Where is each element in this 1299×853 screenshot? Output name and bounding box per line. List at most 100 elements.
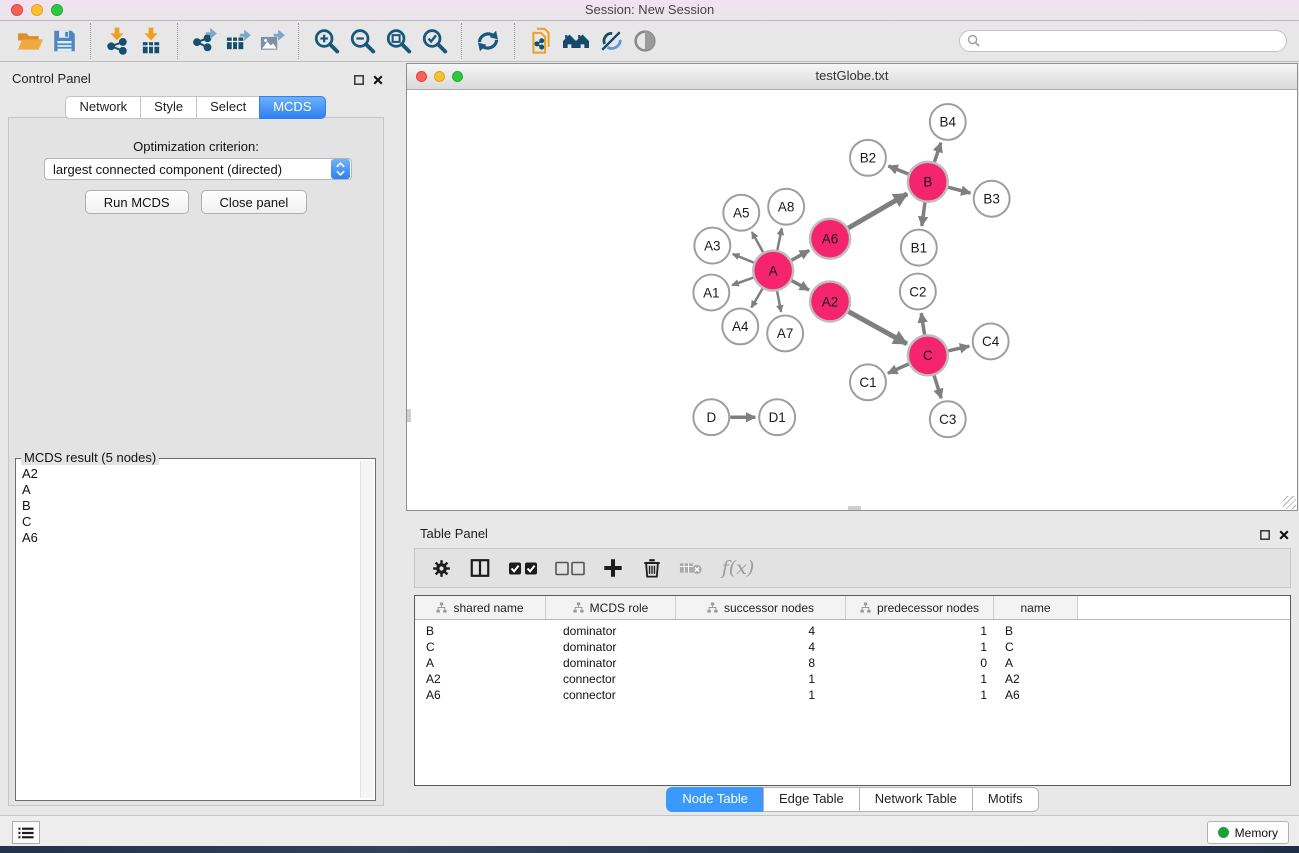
- export-network-icon[interactable]: [190, 23, 218, 59]
- table-cell[interactable]: dominator: [546, 640, 676, 654]
- table-row[interactable]: Adominator80A: [415, 655, 1290, 671]
- graph-edge-C-C2[interactable]: [921, 313, 924, 334]
- table-row[interactable]: Cdominator41C: [415, 639, 1290, 655]
- close-panel-icon[interactable]: [373, 72, 383, 90]
- table-cell[interactable]: dominator: [546, 656, 676, 670]
- network-minimize-button[interactable]: [434, 71, 445, 82]
- save-icon[interactable]: [51, 23, 78, 59]
- refresh-layout-icon[interactable]: [474, 23, 502, 59]
- table-cell[interactable]: 1: [846, 688, 994, 702]
- table-cell[interactable]: connector: [546, 672, 676, 686]
- zoom-out-icon[interactable]: [347, 23, 377, 59]
- table-cell[interactable]: 8: [676, 656, 846, 670]
- run-mcds-button[interactable]: Run MCDS: [85, 190, 189, 214]
- split-columns-icon[interactable]: [468, 557, 492, 579]
- graph-edge-B-B4[interactable]: [934, 143, 940, 162]
- table-cell[interactable]: A: [415, 656, 546, 670]
- graph-edge-C-C4[interactable]: [948, 346, 969, 351]
- home-view-icon[interactable]: [561, 23, 591, 59]
- table-cell[interactable]: 1: [676, 688, 846, 702]
- column-header-name[interactable]: name: [994, 596, 1078, 619]
- minimize-window-button[interactable]: [31, 4, 43, 16]
- column-header-MCDS-role[interactable]: MCDS role: [546, 596, 676, 619]
- table-row[interactable]: A2connector11A2: [415, 671, 1290, 687]
- tab-style[interactable]: Style: [140, 96, 197, 119]
- column-header-predecessor-nodes[interactable]: predecessor nodes: [846, 596, 994, 619]
- graph-edge-A-A3[interactable]: [733, 254, 754, 263]
- graph-edge-A-A6[interactable]: [791, 250, 809, 260]
- zoom-selected-icon[interactable]: [419, 23, 449, 59]
- result-scrollbar[interactable]: [360, 461, 373, 798]
- panel-menu-button[interactable]: [12, 821, 40, 844]
- tab-mcds[interactable]: MCDS: [259, 96, 325, 119]
- graph-edge-A-A7[interactable]: [777, 291, 781, 312]
- duplicate-network-icon[interactable]: [527, 23, 555, 59]
- table-cell[interactable]: A6: [994, 688, 1078, 702]
- column-header-shared-name[interactable]: shared name: [415, 596, 546, 619]
- graph-edge-C-C3[interactable]: [934, 375, 941, 398]
- network-canvas[interactable]: B4B2BB3A5A8A6A3B1AA1C2A2A4A7CC4C1C3DD1: [407, 90, 1297, 510]
- graph-edge-B-B2[interactable]: [888, 166, 908, 174]
- tab-network[interactable]: Network: [65, 96, 141, 119]
- network-zoom-button[interactable]: [452, 71, 463, 82]
- mcds-result-list[interactable]: A2ABCA6: [16, 459, 375, 553]
- table-cell[interactable]: 4: [676, 640, 846, 654]
- add-column-icon[interactable]: [601, 557, 625, 579]
- table-row[interactable]: Bdominator41B: [415, 623, 1290, 639]
- zoom-window-button[interactable]: [51, 4, 63, 16]
- network-hscroll-thumb[interactable]: [848, 506, 861, 510]
- show-hide-eye-icon[interactable]: [631, 23, 659, 59]
- graph-edge-A-A8[interactable]: [777, 228, 781, 250]
- close-window-button[interactable]: [11, 4, 23, 16]
- tab-node-table[interactable]: Node Table: [666, 787, 764, 812]
- graph-edge-C-C1[interactable]: [888, 364, 909, 373]
- graph-edge-B-B1[interactable]: [922, 203, 925, 226]
- delete-table-icon[interactable]: [679, 560, 703, 576]
- close-panel-button[interactable]: Close panel: [201, 190, 308, 214]
- network-vscroll-thumb[interactable]: [407, 409, 411, 422]
- float-panel-icon[interactable]: [354, 72, 364, 90]
- delete-column-trash-icon[interactable]: [640, 557, 664, 579]
- table-cell[interactable]: connector: [546, 688, 676, 702]
- graph-edge-A-A5[interactable]: [752, 232, 763, 252]
- table-cell[interactable]: 1: [846, 624, 994, 638]
- float-panel-icon[interactable]: [1260, 527, 1270, 545]
- mcds-result-item[interactable]: A2: [22, 466, 369, 482]
- network-titlebar[interactable]: testGlobe.txt: [407, 64, 1297, 90]
- table-cell[interactable]: 1: [676, 672, 846, 686]
- table-cell[interactable]: A6: [415, 688, 546, 702]
- import-table-icon[interactable]: [137, 23, 165, 59]
- function-builder-icon[interactable]: f(x): [718, 557, 758, 579]
- graph-edge-A-A4[interactable]: [751, 289, 762, 308]
- search-input[interactable]: [959, 30, 1287, 52]
- table-cell[interactable]: 0: [846, 656, 994, 670]
- table-cell[interactable]: B: [994, 624, 1078, 638]
- graph-edge-A-A1[interactable]: [732, 278, 753, 286]
- column-header-successor-nodes[interactable]: successor nodes: [676, 596, 846, 619]
- mcds-result-item[interactable]: A: [22, 482, 369, 498]
- graphics-details-icon[interactable]: [597, 23, 625, 59]
- gear-icon[interactable]: [429, 558, 453, 579]
- zoom-fit-icon[interactable]: [383, 23, 413, 59]
- table-cell[interactable]: dominator: [546, 624, 676, 638]
- select-all-checked-icon[interactable]: [507, 561, 539, 576]
- table-cell[interactable]: C: [415, 640, 546, 654]
- graph-edge-B-B3[interactable]: [948, 187, 970, 193]
- memory-button[interactable]: Memory: [1207, 821, 1289, 844]
- table-cell[interactable]: 1: [846, 672, 994, 686]
- table-cell[interactable]: A: [994, 656, 1078, 670]
- deselect-all-icon[interactable]: [554, 561, 586, 576]
- zoom-in-icon[interactable]: [311, 23, 341, 59]
- table-cell[interactable]: A2: [415, 672, 546, 686]
- node-table[interactable]: shared nameMCDS rolesuccessor nodesprede…: [414, 595, 1291, 786]
- open-folder-icon[interactable]: [15, 23, 45, 59]
- mcds-result-item[interactable]: A6: [22, 530, 369, 546]
- network-close-button[interactable]: [416, 71, 427, 82]
- criterion-dropdown[interactable]: largest connected component (directed): [44, 158, 352, 180]
- tab-edge-table[interactable]: Edge Table: [763, 787, 860, 812]
- table-cell[interactable]: 4: [676, 624, 846, 638]
- import-network-icon[interactable]: [103, 23, 131, 59]
- network-resize-grip[interactable]: [1283, 496, 1296, 509]
- mcds-result-item[interactable]: C: [22, 514, 369, 530]
- tab-network-table[interactable]: Network Table: [859, 787, 973, 812]
